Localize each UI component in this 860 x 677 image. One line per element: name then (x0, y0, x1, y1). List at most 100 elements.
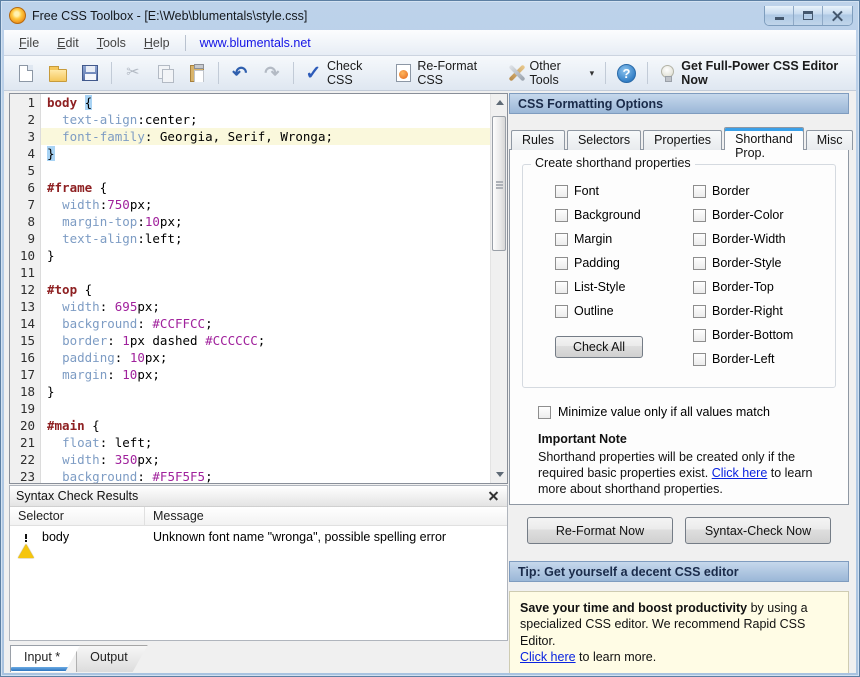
note-learn-more-link[interactable]: Click here (712, 466, 768, 480)
checkbox-label: Font (574, 184, 599, 198)
checkbox-icon (693, 305, 706, 318)
menu-edit[interactable]: Edit (48, 33, 88, 53)
tip-bold-text: Save your time and boost productivity (520, 601, 747, 615)
syntax-check-now-button[interactable]: Syntax-Check Now (685, 517, 831, 544)
code-line[interactable]: #top { (41, 281, 490, 298)
copy-button[interactable] (149, 60, 181, 86)
scroll-up-button[interactable] (491, 94, 508, 111)
menu-file[interactable]: File (10, 33, 48, 53)
checkbox-icon (693, 209, 706, 222)
code-area[interactable]: body { text-align:center; font-family: G… (41, 94, 490, 483)
action-buttons: Re-Format Now Syntax-Check Now (509, 517, 849, 544)
reformat-css-button[interactable]: Re-Format CSS (389, 56, 501, 90)
checkbox-border-bottom[interactable]: Border-Bottom (693, 323, 793, 347)
code-line[interactable]: background: #F5F5F5; (41, 468, 490, 483)
column-selector[interactable]: Selector (10, 507, 145, 525)
checkbox-list-style[interactable]: List-Style (555, 275, 693, 299)
tab-misc[interactable]: Misc (806, 130, 854, 150)
checkbox-label: Border-Style (712, 256, 781, 270)
tab-properties[interactable]: Properties (643, 130, 722, 150)
new-button[interactable] (10, 60, 42, 86)
check-all-button[interactable]: Check All (555, 336, 643, 358)
code-line[interactable] (41, 162, 490, 179)
code-line[interactable]: #frame { (41, 179, 490, 196)
checkbox-border-color[interactable]: Border-Color (693, 203, 793, 227)
code-line[interactable] (41, 264, 490, 281)
checkbox-icon (693, 353, 706, 366)
checkbox-border-left[interactable]: Border-Left (693, 347, 793, 371)
code-line[interactable]: width: 695px; (41, 298, 490, 315)
tab-input[interactable]: Input * (10, 645, 80, 672)
open-button[interactable] (42, 60, 74, 86)
arrow-up-icon (496, 100, 504, 105)
checkbox-border[interactable]: Border (693, 179, 793, 203)
tip-text-after: to learn more. (576, 650, 657, 664)
code-line[interactable]: width:750px; (41, 196, 490, 213)
code-line[interactable]: float: left; (41, 434, 490, 451)
other-tools-button[interactable]: Other Tools ▾ (501, 56, 601, 90)
column-message[interactable]: Message (145, 507, 212, 525)
redo-button[interactable]: ↷ (256, 60, 288, 86)
blumentals-menu-link[interactable]: www.blumentals.net (192, 33, 319, 53)
code-line[interactable]: background: #CCFFCC; (41, 315, 490, 332)
checkbox-outline[interactable]: Outline (555, 299, 693, 323)
scrollbar-grip (496, 181, 503, 183)
checkbox-border-width[interactable]: Border-Width (693, 227, 793, 251)
cut-button[interactable]: ✂ (117, 60, 149, 86)
editor-vertical-scrollbar[interactable] (490, 94, 507, 483)
checkbox-border-top[interactable]: Border-Top (693, 275, 793, 299)
minimize-button[interactable] (765, 6, 794, 25)
menu-tools[interactable]: Tools (88, 33, 135, 53)
code-line[interactable]: body { (41, 94, 490, 111)
code-line[interactable]: margin: 10px; (41, 366, 490, 383)
groupbox-title: Create shorthand properties (531, 156, 695, 170)
save-button[interactable] (74, 60, 106, 86)
checkbox-border-right[interactable]: Border-Right (693, 299, 793, 323)
options-header: CSS Formatting Options (509, 93, 849, 114)
code-line[interactable]: text-align:center; (41, 111, 490, 128)
code-line[interactable]: margin-top:10px; (41, 213, 490, 230)
code-line[interactable]: width: 350px; (41, 451, 490, 468)
code-line[interactable]: border: 1px dashed #CCCCCC; (41, 332, 490, 349)
check-css-button[interactable]: ✓ Check CSS (299, 56, 389, 90)
undo-button[interactable]: ↶ (224, 60, 256, 86)
code-line[interactable]: text-align:left; (41, 230, 490, 247)
checkbox-padding[interactable]: Padding (555, 251, 693, 275)
get-full-editor-button[interactable]: Get Full-Power CSS Editor Now (653, 56, 850, 90)
scrollbar-thumb[interactable] (492, 116, 506, 251)
checkbox-label: Border-Top (712, 280, 774, 294)
code-line[interactable]: } (41, 383, 490, 400)
code-line[interactable]: #main { (41, 417, 490, 434)
result-row[interactable]: bodyUnknown font name "wronga", possible… (10, 526, 507, 547)
results-header: Syntax Check Results (10, 486, 507, 507)
tip-header: Tip: Get yourself a decent CSS editor (509, 561, 849, 582)
line-number: 4 (10, 145, 40, 162)
checkbox-margin[interactable]: Margin (555, 227, 693, 251)
code-line[interactable] (41, 400, 490, 417)
line-number: 5 (10, 162, 40, 179)
line-number: 6 (10, 179, 40, 196)
help-button[interactable]: ? (611, 61, 642, 86)
menu-help[interactable]: Help (135, 33, 179, 53)
code-line[interactable]: } (41, 145, 490, 162)
checkbox-font[interactable]: Font (555, 179, 693, 203)
tip-learn-more-link[interactable]: Click here (520, 650, 576, 664)
code-line[interactable]: padding: 10px; (41, 349, 490, 366)
tab-output[interactable]: Output (76, 645, 148, 672)
tab-selectors[interactable]: Selectors (567, 130, 641, 150)
checkbox-border-style[interactable]: Border-Style (693, 251, 793, 275)
maximize-button[interactable] (794, 6, 823, 25)
undo-icon: ↶ (230, 63, 250, 83)
code-line-current[interactable]: font-family: Georgia, Serif, Wronga; (41, 128, 490, 145)
tab-shorthand-prop-[interactable]: Shorthand Prop. (724, 127, 804, 150)
close-button[interactable] (823, 6, 852, 25)
scroll-down-button[interactable] (491, 466, 508, 483)
close-results-icon[interactable] (486, 489, 501, 504)
code-line[interactable]: } (41, 247, 490, 264)
tab-rules[interactable]: Rules (511, 130, 565, 150)
reformat-now-button[interactable]: Re-Format Now (527, 517, 673, 544)
code-editor[interactable]: 1234567891011121314151617181920212223 bo… (9, 93, 508, 484)
checkbox-background[interactable]: Background (555, 203, 693, 227)
paste-button[interactable] (181, 60, 213, 86)
minimize-values-checkbox[interactable]: Minimize value only if all values match (538, 405, 848, 419)
